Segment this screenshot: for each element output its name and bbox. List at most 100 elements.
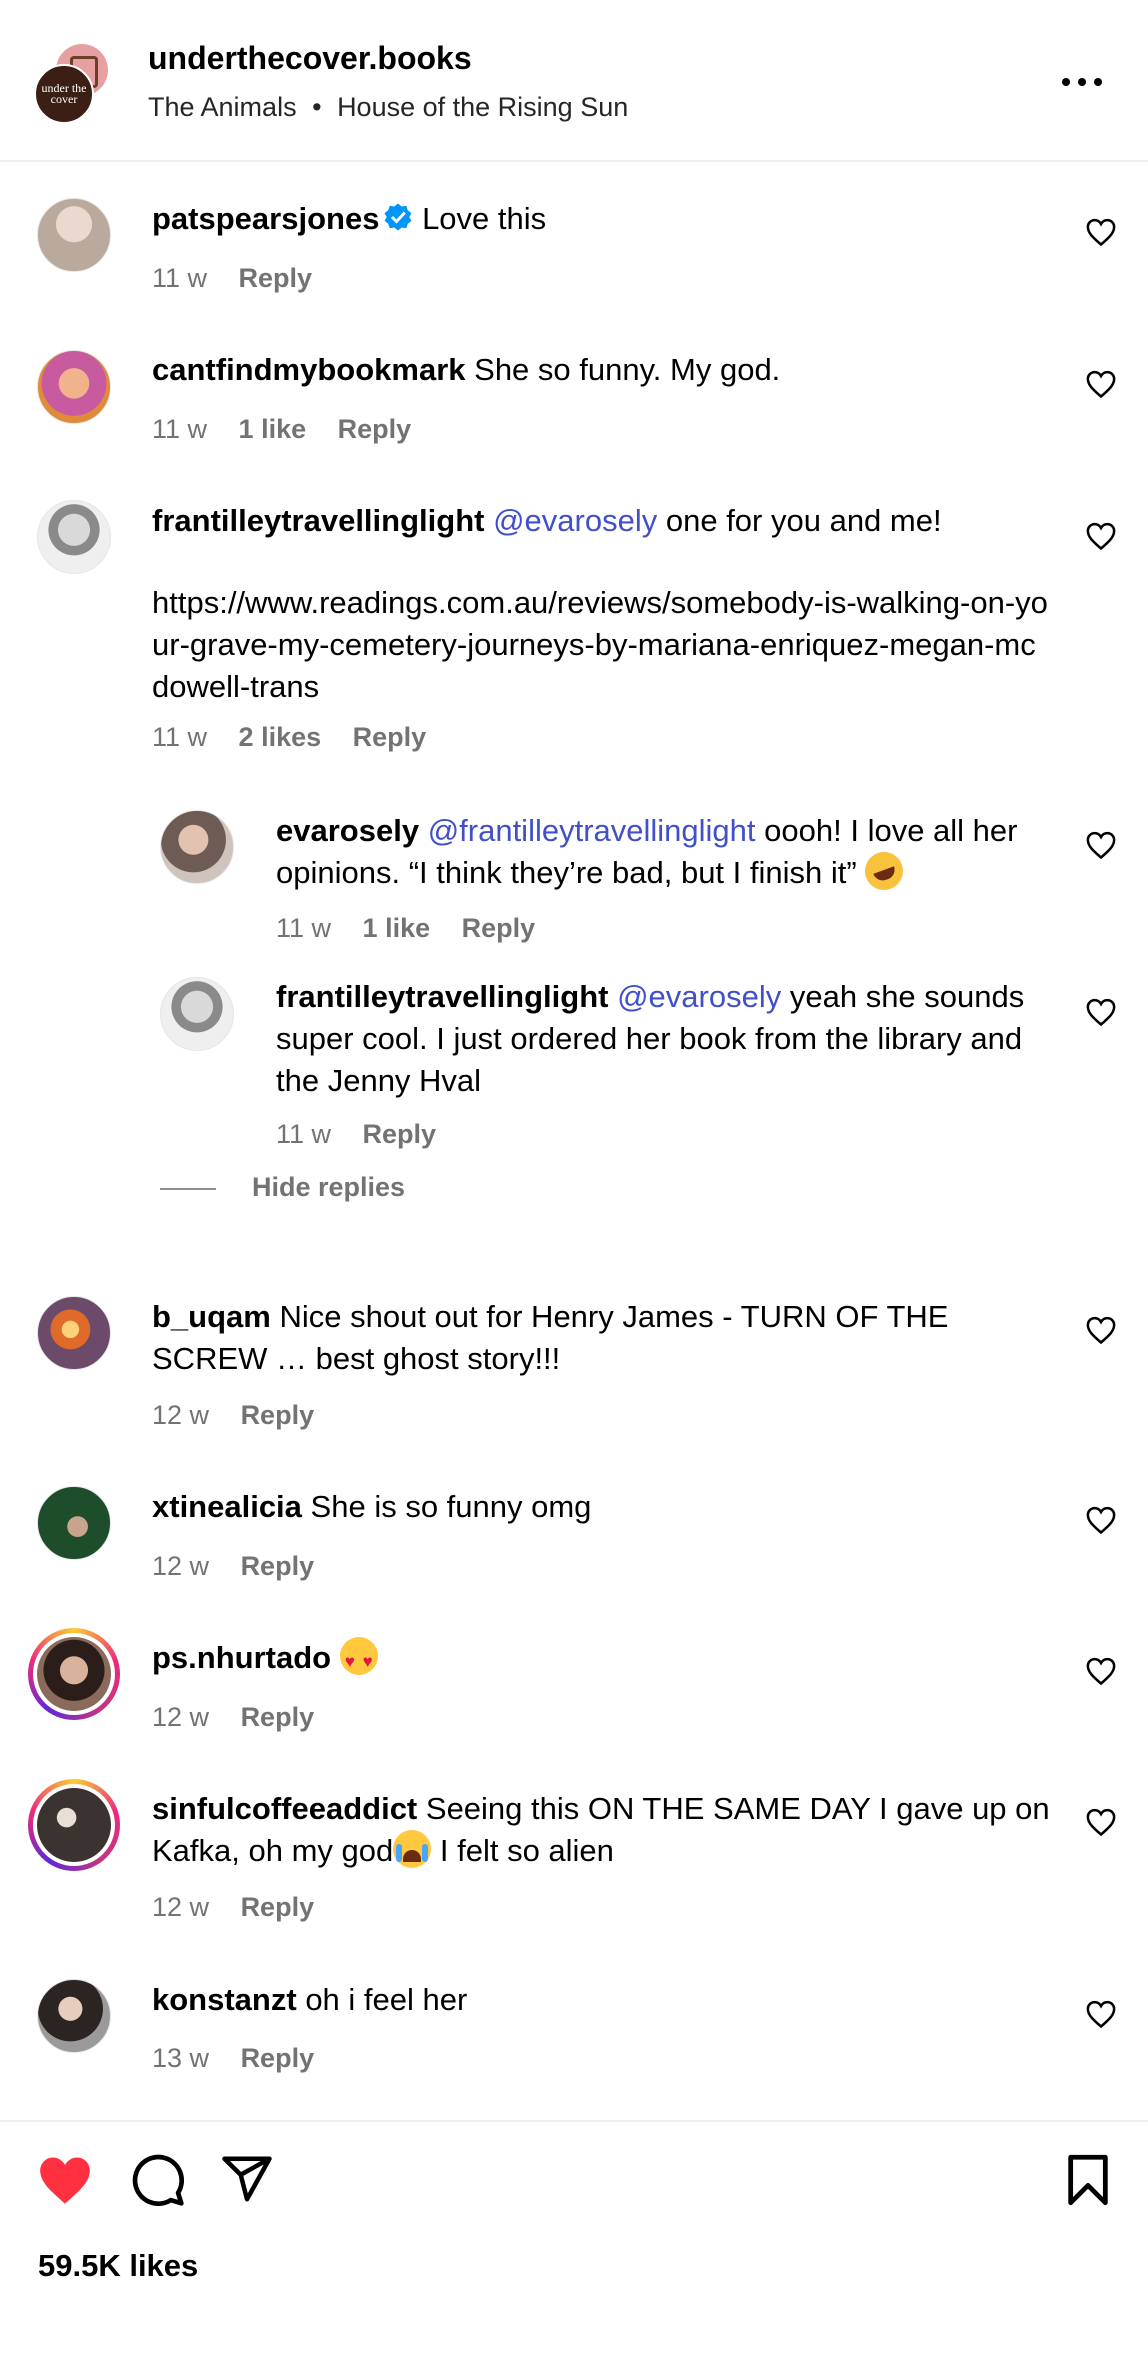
comment-meta: 11 w 2 likes Reply — [152, 722, 450, 753]
comment-message: oh i feel her — [305, 1982, 468, 2017]
reply-button[interactable]: Reply — [241, 1551, 315, 1581]
comment-message: one for you and me! — [665, 503, 942, 538]
comment-meta: 11 w 1 like Reply — [276, 913, 559, 944]
commenter-avatar[interactable] — [37, 350, 111, 424]
comment-time: 11 w — [152, 722, 208, 752]
commenter-avatar[interactable] — [37, 1979, 111, 2053]
reply-button[interactable]: Reply — [462, 913, 536, 943]
comment-message: Nice shout out for Henry James - TURN OF… — [152, 1299, 949, 1376]
reply-button[interactable]: Reply — [241, 2043, 315, 2073]
comment-mention[interactable]: @frantilleytravellinglight — [428, 813, 756, 848]
avatar-image — [37, 1788, 111, 1862]
comment-username[interactable]: frantilleytravellinglight — [276, 979, 608, 1014]
reply-button[interactable]: Reply — [353, 722, 427, 752]
comment-icon[interactable] — [130, 2152, 186, 2208]
reply-button[interactable]: Reply — [241, 1702, 315, 1732]
reply-button[interactable]: Reply — [239, 263, 313, 293]
commenter-avatar[interactable] — [37, 198, 111, 272]
rolling-on-floor-laughing-emoji — [859, 846, 909, 896]
commenter-avatar[interactable] — [160, 810, 234, 884]
comment-meta: 12 w Reply — [152, 1400, 338, 1431]
comment-time: 13 w — [152, 2043, 210, 2073]
like-comment-icon[interactable] — [1086, 998, 1116, 1026]
comment-time: 12 w — [152, 1892, 210, 1922]
comment-username[interactable]: frantilleytravellinglight — [152, 503, 484, 538]
comment-like-count[interactable]: 2 likes — [239, 722, 322, 752]
comment-link[interactable]: https://www.readings.com.au/reviews/some… — [152, 582, 1052, 708]
like-comment-icon[interactable] — [1086, 370, 1116, 398]
like-comment-icon[interactable] — [1086, 1657, 1116, 1685]
reply-button[interactable]: Reply — [338, 414, 412, 444]
audio-separator: • — [312, 92, 322, 122]
comment-username[interactable]: b_uqam — [152, 1299, 271, 1334]
reply-button[interactable]: Reply — [241, 1400, 315, 1430]
comment-meta: 12 w Reply — [152, 1551, 338, 1582]
verified-badge-icon — [384, 203, 412, 231]
comment-message: She is so funny omg — [310, 1489, 592, 1524]
audio-artist: The Animals — [148, 92, 297, 122]
comment-like-count[interactable]: 1 like — [363, 913, 431, 943]
author-username[interactable]: underthecover.books — [148, 40, 472, 77]
comment-username[interactable]: sinfulcoffeeaddict — [152, 1791, 417, 1826]
author-avatar[interactable]: under the cover — [34, 42, 108, 126]
story-ring-inner — [33, 1784, 115, 1866]
avatar-image — [37, 1637, 111, 1711]
post-header: under the cover underthecover.books The … — [0, 0, 1148, 162]
comment-time: 12 w — [152, 1400, 210, 1430]
comment-meta: 12 w Reply — [152, 1702, 338, 1733]
comment-text: evarosely @frantilleytravellinglight ooo… — [276, 810, 1066, 896]
comment-time: 11 w — [152, 414, 208, 444]
bookmark-icon[interactable] — [1066, 2154, 1110, 2206]
commenter-avatar[interactable] — [37, 1296, 111, 1370]
comment-message: Love this — [422, 201, 547, 236]
share-icon[interactable] — [220, 2152, 274, 2206]
audio-track[interactable]: The Animals • House of the Rising Sun — [148, 92, 628, 123]
comment-username[interactable]: xtinealicia — [152, 1489, 302, 1524]
comment-mention[interactable]: @evarosely — [617, 979, 781, 1014]
reply-button[interactable]: Reply — [363, 1119, 437, 1149]
loudly-crying-emoji — [393, 1830, 432, 1868]
comment-username[interactable]: cantfindmybookmark — [152, 352, 466, 387]
like-comment-icon[interactable] — [1086, 831, 1116, 859]
like-comment-icon[interactable] — [1086, 1316, 1116, 1344]
comment-meta: 11 w Reply — [152, 263, 336, 294]
heart-eyes-emoji — [339, 1637, 378, 1683]
comment-mention[interactable]: @evarosely — [493, 503, 657, 538]
comment-meta: 11 w Reply — [276, 1119, 460, 1150]
hide-replies-button[interactable]: Hide replies — [252, 1172, 405, 1203]
comment-text: frantilleytravellinglight @evarosely one… — [152, 500, 1052, 542]
comment-time: 11 w — [276, 1119, 332, 1149]
comment-like-count[interactable]: 1 like — [239, 414, 307, 444]
comment-meta: 12 w Reply — [152, 1892, 338, 1923]
comment-time: 12 w — [152, 1551, 210, 1581]
story-ring-inner — [33, 1633, 115, 1715]
comment-text: patspearsjones Love this — [152, 198, 1052, 240]
commenter-avatar[interactable] — [37, 500, 111, 574]
like-comment-icon[interactable] — [1086, 1506, 1116, 1534]
commenter-avatar[interactable] — [160, 977, 234, 1051]
comment-text: frantilleytravellinglight @evarosely yea… — [276, 976, 1066, 1102]
comment-username[interactable]: evarosely — [276, 813, 419, 848]
likes-count[interactable]: 59.5K likes — [38, 2248, 198, 2284]
avatar-logo-text: under the cover — [41, 81, 87, 106]
like-comment-icon[interactable] — [1086, 522, 1116, 550]
reply-button[interactable]: Reply — [241, 1892, 315, 1922]
hide-replies-divider — [160, 1188, 216, 1190]
avatar-logo: under the cover — [34, 64, 94, 124]
more-horizontal-icon[interactable] — [1062, 78, 1102, 88]
heart-filled-icon[interactable] — [36, 2154, 94, 2206]
comment-text: xtinealicia She is so funny omg — [152, 1486, 1052, 1528]
comment-time: 11 w — [276, 913, 332, 943]
comment-username[interactable]: konstanzt — [152, 1982, 297, 2017]
commenter-avatar[interactable] — [37, 1486, 111, 1560]
comment-meta: 13 w Reply — [152, 2043, 338, 2074]
like-comment-icon[interactable] — [1086, 2000, 1116, 2028]
comment-username[interactable]: ps.nhurtado — [152, 1640, 331, 1675]
comment-meta: 11 w 1 like Reply — [152, 414, 435, 445]
comment-username[interactable]: patspearsjones — [152, 201, 379, 236]
commenter-avatar-story[interactable] — [28, 1628, 120, 1720]
commenter-avatar-story[interactable] — [28, 1779, 120, 1871]
audio-title: House of the Rising Sun — [337, 92, 629, 122]
like-comment-icon[interactable] — [1086, 1808, 1116, 1836]
like-comment-icon[interactable] — [1086, 218, 1116, 246]
